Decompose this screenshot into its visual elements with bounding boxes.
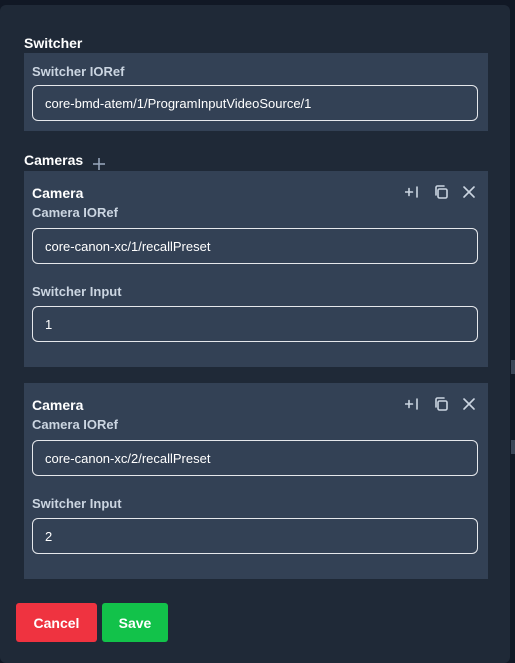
add-camera-button[interactable]	[91, 156, 107, 172]
camera-card-title: Camera	[32, 185, 84, 201]
camera-card-actions	[404, 395, 478, 413]
switcher-section-title: Switcher	[24, 35, 83, 51]
switcher-card: Switcher IORef	[24, 53, 488, 131]
camera-ioref-input[interactable]	[32, 228, 478, 264]
background-edge	[511, 440, 515, 454]
remove-camera-button[interactable]	[460, 395, 478, 413]
copy-camera-button[interactable]	[432, 395, 450, 413]
switcher-ioref-input[interactable]	[32, 85, 478, 121]
camera-card: Camera Camera	[24, 171, 488, 367]
cancel-button[interactable]: Cancel	[16, 603, 97, 642]
insert-camera-button[interactable]	[404, 183, 422, 201]
insert-icon	[405, 186, 418, 198]
save-button[interactable]: Save	[102, 603, 168, 642]
switcher-input-field[interactable]	[32, 518, 478, 554]
switcher-input-field[interactable]	[32, 306, 478, 342]
plus-icon	[93, 158, 105, 170]
insert-camera-button[interactable]	[404, 395, 422, 413]
close-icon	[463, 398, 475, 410]
camera-ioref-input[interactable]	[32, 440, 478, 476]
copy-icon	[435, 185, 448, 199]
switcher-ioref-label: Switcher IORef	[32, 64, 125, 79]
insert-icon	[405, 398, 418, 410]
switcher-input-label: Switcher Input	[32, 284, 122, 299]
background-edge	[511, 360, 515, 374]
remove-camera-button[interactable]	[460, 183, 478, 201]
configuration-panel: Switcher Switcher IORef Cameras Camera	[0, 5, 510, 663]
switcher-input-label: Switcher Input	[32, 496, 122, 511]
camera-ioref-label: Camera IORef	[32, 205, 118, 220]
copy-camera-button[interactable]	[432, 183, 450, 201]
camera-card: Camera Camera	[24, 383, 488, 579]
copy-icon	[435, 397, 448, 411]
close-icon	[463, 186, 475, 198]
cameras-section-title: Cameras	[24, 152, 84, 168]
camera-card-title: Camera	[32, 397, 84, 413]
camera-ioref-label: Camera IORef	[32, 417, 118, 432]
camera-card-actions	[404, 183, 478, 201]
